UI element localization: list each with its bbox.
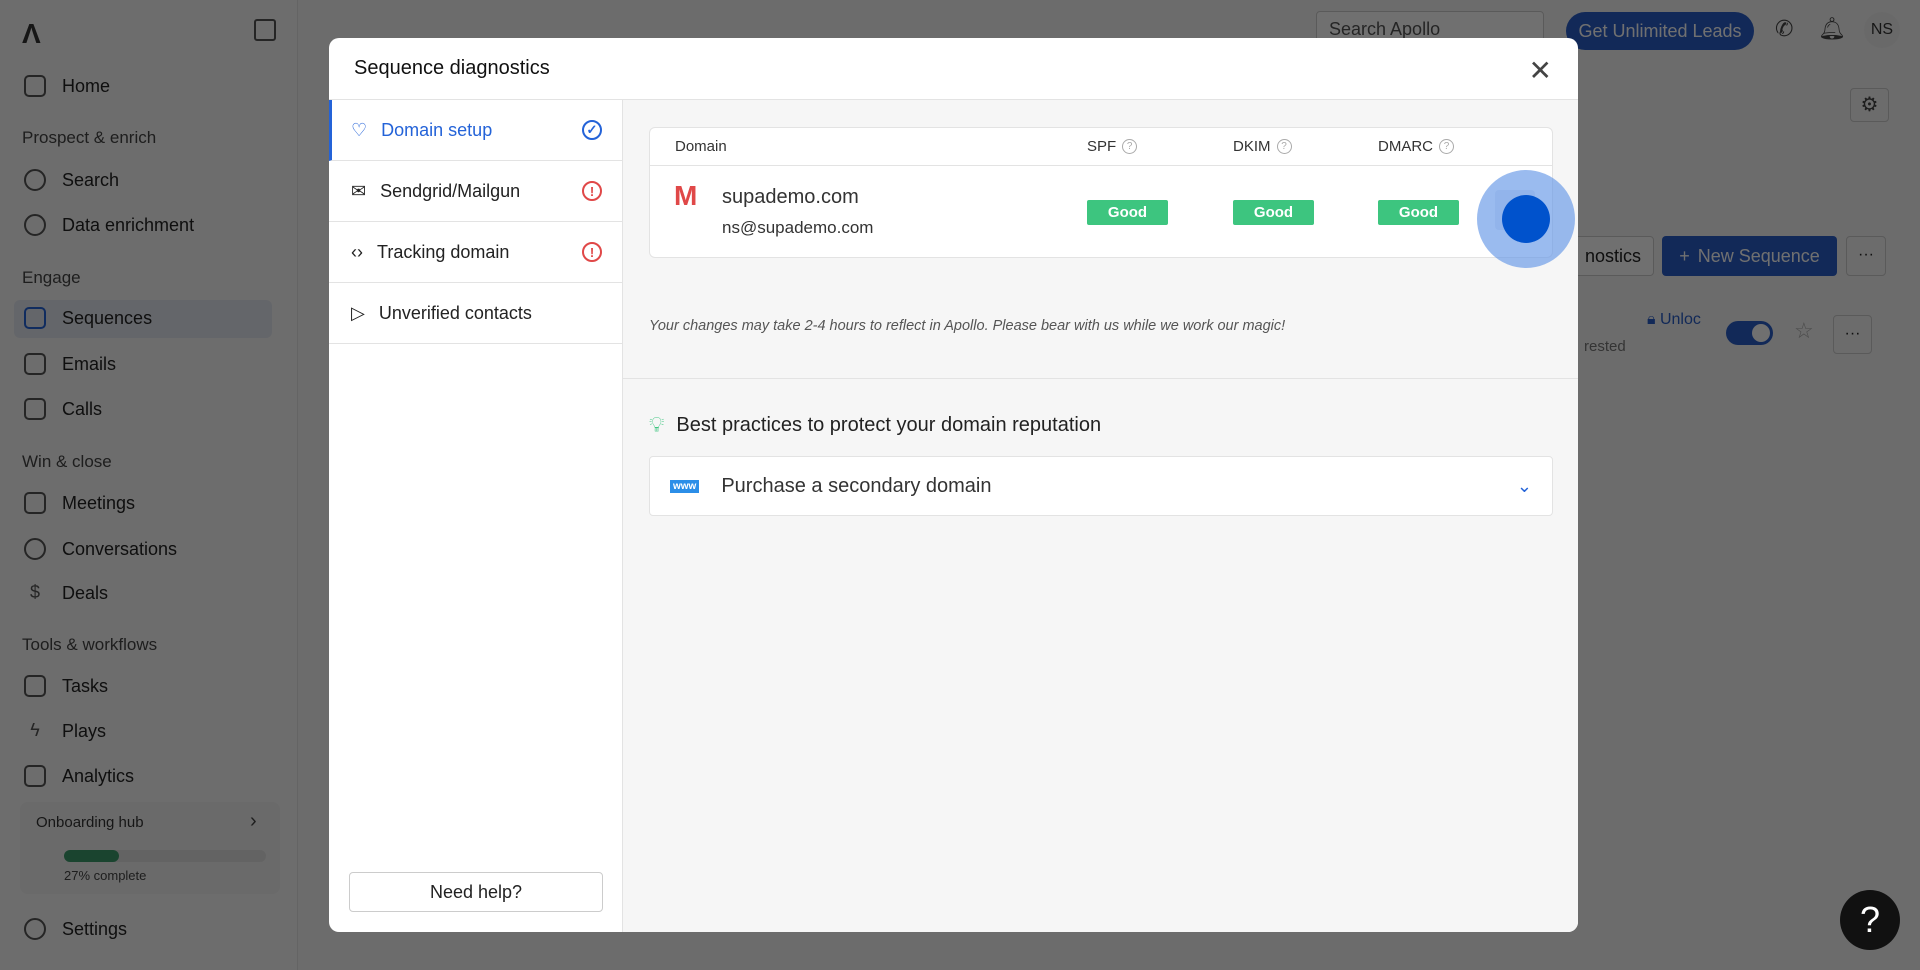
sidebar-item-sequences[interactable]: Sequences [24, 307, 152, 329]
diagnostics-nav: ♡Domain setup✓ ✉Sendgrid/Mailgun! ‹›Trac… [329, 100, 623, 932]
settings-gear-button[interactable]: ⚙ [1850, 88, 1889, 122]
help-icon[interactable]: ? [1277, 139, 1292, 154]
chevron-right-icon: › [250, 810, 257, 833]
check-circle-icon: ✓ [582, 120, 602, 140]
phone-icon[interactable]: ✆ [1775, 16, 1793, 42]
search-icon [24, 169, 46, 191]
home-icon [24, 75, 46, 97]
sender-email: ns@supademo.com [722, 218, 873, 238]
collapse-sidebar-icon[interactable] [254, 19, 276, 41]
sequence-active-toggle[interactable] [1726, 321, 1773, 345]
bolt-icon: ϟ [24, 720, 46, 742]
chat-icon [24, 538, 46, 560]
domain-table: Domain SPF? DKIM? DMARC? M supademo.com … [649, 127, 1553, 258]
modal-title: Sequence diagnostics [329, 38, 1578, 100]
tab-sendgrid-mailgun[interactable]: ✉Sendgrid/Mailgun! [329, 161, 622, 222]
click-indicator [1502, 195, 1550, 243]
sidebar-item-settings[interactable]: Settings [24, 918, 127, 940]
sidebar-item-tasks[interactable]: Tasks [24, 675, 108, 697]
sidebar-item-deals[interactable]: $Deals [24, 582, 108, 604]
new-sequence-button[interactable]: +New Sequence [1662, 236, 1837, 276]
spf-status-badge: Good [1087, 200, 1168, 225]
tab-unverified-contacts[interactable]: ▷Unverified contacts [329, 283, 622, 344]
sidebar-item-data-enrichment[interactable]: Data enrichment [24, 214, 194, 236]
avatar[interactable]: NS [1864, 12, 1900, 48]
header-dkim: DKIM? [1233, 138, 1292, 155]
section-label: Tools & workflows [22, 635, 157, 655]
section-label: Prospect & enrich [22, 128, 156, 148]
chevron-down-icon[interactable]: ⌄ [1517, 476, 1532, 497]
sidebar-item-analytics[interactable]: Analytics [24, 765, 134, 787]
table-header: Domain SPF? DKIM? DMARC? [650, 128, 1552, 166]
domain-setup-panel: Domain SPF? DKIM? DMARC? M supademo.com … [623, 100, 1578, 932]
accordion-label: Purchase a secondary domain [721, 475, 991, 498]
domain-name: supademo.com [722, 186, 859, 209]
sidebar: Λ Home Prospect & enrich Search Data enr… [0, 0, 298, 970]
bell-icon[interactable]: 🔔︎ [1818, 16, 1846, 42]
gear-icon [24, 918, 46, 940]
more-options-button[interactable]: ··· [1846, 236, 1886, 276]
mail-icon [24, 353, 46, 375]
lightbulb-icon: 💡︎ [649, 412, 664, 438]
get-unlimited-leads-button[interactable]: Get Unlimited Leads [1566, 12, 1754, 50]
alert-circle-icon: ! [582, 242, 602, 262]
www-cursor-icon: www [670, 480, 699, 493]
sidebar-item-home[interactable]: Home [24, 75, 110, 97]
help-icon[interactable]: ? [1439, 139, 1454, 154]
refresh-icon [24, 214, 46, 236]
onboarding-hub-card[interactable]: Onboarding hub › 27% complete [20, 802, 280, 894]
help-fab-button[interactable]: ? [1840, 890, 1900, 950]
sidebar-item-plays[interactable]: ϟPlays [24, 720, 106, 742]
sidebar-item-conversations[interactable]: Conversations [24, 538, 177, 560]
header-spf: SPF? [1087, 138, 1137, 155]
code-icon: ‹› [351, 242, 363, 263]
unlock-link[interactable]: 🔒︎ Unloc [1647, 311, 1701, 329]
need-help-button[interactable]: Need help? [349, 872, 603, 912]
send-icon: ▷ [351, 303, 365, 324]
status-text: rested [1584, 338, 1626, 355]
onboarding-hub-label: Onboarding hub [36, 814, 144, 831]
alert-circle-icon: ! [582, 181, 602, 201]
sidebar-item-search[interactable]: Search [24, 169, 119, 191]
sidebar-item-emails[interactable]: Emails [24, 353, 116, 375]
dkim-status-badge: Good [1233, 200, 1314, 225]
dollar-icon: $ [24, 582, 46, 604]
onboarding-progress-fill [64, 850, 119, 862]
tab-domain-setup[interactable]: ♡Domain setup✓ [329, 100, 622, 161]
propagation-note: Your changes may take 2-4 hours to refle… [649, 318, 1285, 334]
accordion-purchase-secondary-domain[interactable]: www Purchase a secondary domain ⌄ [649, 456, 1553, 516]
sidebar-item-meetings[interactable]: Meetings [24, 492, 135, 514]
sequence-diagnostics-modal: Sequence diagnostics ✕ ♡Domain setup✓ ✉S… [329, 38, 1578, 932]
header-dmarc: DMARC? [1378, 138, 1454, 155]
lock-icon: 🔒︎ [1647, 311, 1656, 328]
tab-tracking-domain[interactable]: ‹›Tracking domain! [329, 222, 622, 283]
gmail-icon: M [674, 182, 697, 210]
close-icon[interactable]: ✕ [1529, 54, 1552, 87]
onboarding-progress-bar [64, 850, 266, 862]
heart-pulse-icon: ♡ [351, 120, 367, 141]
send-icon [24, 307, 46, 329]
header-domain: Domain [675, 138, 727, 155]
chart-icon [24, 765, 46, 787]
plus-icon: + [1679, 246, 1690, 267]
section-label: Engage [22, 268, 81, 288]
calendar-icon [24, 492, 46, 514]
divider [623, 378, 1578, 379]
apollo-logo: Λ [22, 18, 41, 50]
dmarc-status-badge: Good [1378, 200, 1459, 225]
onboarding-progress-text: 27% complete [64, 868, 146, 883]
best-practices-title: Best practices to protect your domain re… [676, 414, 1101, 437]
sidebar-item-calls[interactable]: Calls [24, 398, 102, 420]
star-icon[interactable]: ☆ [1794, 318, 1814, 344]
best-practices-heading: 💡︎ Best practices to protect your domain … [649, 412, 1101, 438]
row-more-button[interactable]: ··· [1833, 315, 1872, 354]
section-label: Win & close [22, 452, 112, 472]
mail-icon: ✉ [351, 181, 366, 202]
phone-icon [24, 398, 46, 420]
help-icon[interactable]: ? [1122, 139, 1137, 154]
check-square-icon [24, 675, 46, 697]
